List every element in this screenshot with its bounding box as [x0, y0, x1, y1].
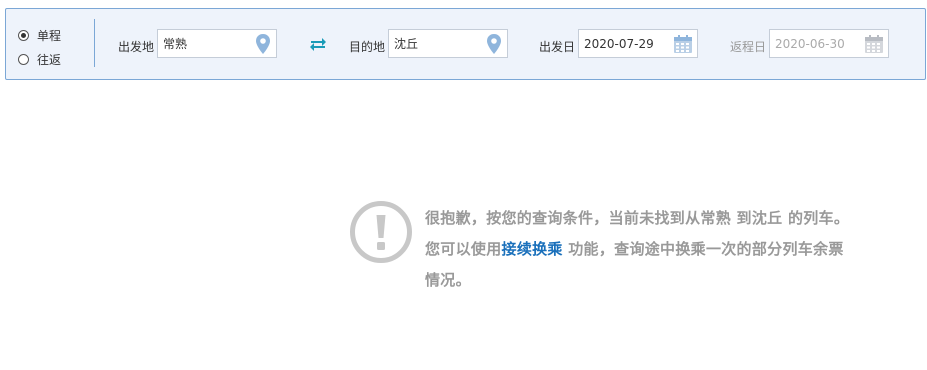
swap-arrows-icon[interactable] [309, 36, 327, 52]
from-label: 出发地 [118, 40, 155, 54]
no-results-message: 很抱歉，按您的查询条件，当前未找到从常熟 到沈丘 的列车。您可以使用接续换乘 功… [425, 203, 855, 296]
divider [94, 19, 95, 67]
transfer-link[interactable]: 接续换乘 [502, 240, 563, 258]
return-date-value: 2020-06-30 [775, 36, 845, 51]
to-station-value: 沈丘 [394, 37, 419, 51]
from-station-field[interactable]: 常熟 [157, 29, 277, 58]
radio-label-round-trip: 往返 [37, 52, 62, 67]
depart-date-field[interactable]: 2020-07-29 [578, 29, 698, 58]
depart-date-label: 出发日 [539, 40, 576, 54]
trip-type-group: 单程 往返 [18, 23, 61, 71]
return-date-label: 返程日 [730, 40, 767, 54]
calendar-icon[interactable] [673, 34, 693, 54]
radio-button-checked[interactable] [18, 29, 29, 41]
radio-round-trip[interactable]: 往返 [18, 47, 61, 71]
map-pin-icon[interactable] [254, 33, 272, 55]
to-label: 目的地 [349, 40, 386, 54]
depart-date-value: 2020-07-29 [584, 36, 654, 51]
radio-one-way[interactable]: 单程 [18, 23, 61, 47]
from-station-value: 常熟 [163, 37, 188, 51]
return-date-field[interactable]: 2020-06-30 [769, 29, 889, 58]
radio-label-one-way: 单程 [37, 28, 62, 43]
to-station-field[interactable]: 沈丘 [388, 29, 508, 58]
exclamation-circle-icon [350, 201, 412, 263]
map-pin-icon[interactable] [485, 33, 503, 55]
calendar-icon[interactable] [864, 34, 884, 54]
search-bar: 单程 往返 出发地 常熟 目的地 沈丘 出发日 2020-07-29 返程日 2… [5, 8, 926, 80]
radio-button-unchecked[interactable] [18, 53, 29, 65]
